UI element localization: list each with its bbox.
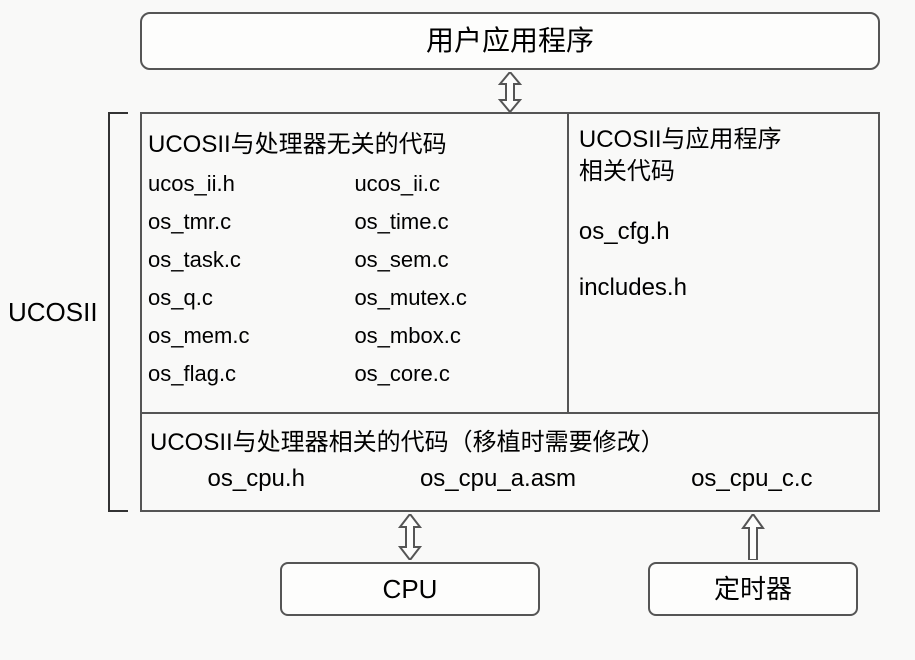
file-item: os_cpu_c.c: [691, 465, 812, 493]
proc-indep-files: ucos_ii.h ucos_ii.c os_tmr.c os_time.c o…: [148, 165, 561, 393]
app-related-title: UCOSII与应用程序 相关代码: [579, 124, 868, 188]
app-related-title-line1: UCOSII与应用程序: [579, 124, 868, 156]
port-files: os_cpu.h os_cpu_a.asm os_cpu_c.c: [150, 465, 870, 493]
file-item: os_task.c: [148, 241, 354, 279]
file-item: os_cpu_a.asm: [420, 465, 576, 493]
file-item: os_sem.c: [354, 241, 560, 279]
port-title: UCOSII与处理器相关的代码（移植时需要修改）: [150, 422, 870, 457]
app-related-title-line2: 相关代码: [579, 156, 868, 188]
proc-indep-title: UCOSII与处理器无关的代码: [148, 124, 561, 159]
cpu-label: CPU: [383, 574, 438, 604]
ucosii-core-container: UCOSII与处理器无关的代码 ucos_ii.h ucos_ii.c os_t…: [140, 112, 880, 512]
file-item: os_mutex.c: [354, 279, 560, 317]
file-item: ucos_ii.c: [354, 165, 560, 203]
file-item: os_time.c: [354, 203, 560, 241]
file-item: os_flag.c: [148, 355, 354, 393]
file-item: os_cfg.h: [579, 218, 868, 246]
file-item: os_tmr.c: [148, 203, 354, 241]
arrow-up-timer: [740, 514, 766, 565]
arrow-bidir-cpu: [397, 514, 423, 560]
ucosii-bracket: UCOSII: [8, 112, 128, 512]
file-item: os_core.c: [354, 355, 560, 393]
timer-box: 定时器: [648, 562, 858, 616]
ucosii-bracket-label: UCOSII: [8, 297, 98, 328]
file-item: includes.h: [579, 274, 868, 302]
user-app-title: 用户应用程序: [426, 25, 594, 56]
file-item: ucos_ii.h: [148, 165, 354, 203]
file-item: os_cpu.h: [208, 465, 305, 493]
arrow-bidir-top: [497, 72, 523, 112]
timer-label: 定时器: [714, 574, 792, 604]
processor-port-box: UCOSII与处理器相关的代码（移植时需要修改） os_cpu.h os_cpu…: [142, 412, 878, 512]
user-app-box: 用户应用程序: [140, 12, 880, 70]
cpu-box: CPU: [280, 562, 540, 616]
file-item: os_mem.c: [148, 317, 354, 355]
file-item: os_q.c: [148, 279, 354, 317]
file-item: os_mbox.c: [354, 317, 560, 355]
processor-independent-box: UCOSII与处理器无关的代码 ucos_ii.h ucos_ii.c os_t…: [142, 114, 569, 412]
app-related-box: UCOSII与应用程序 相关代码 os_cfg.h includes.h: [569, 114, 878, 412]
